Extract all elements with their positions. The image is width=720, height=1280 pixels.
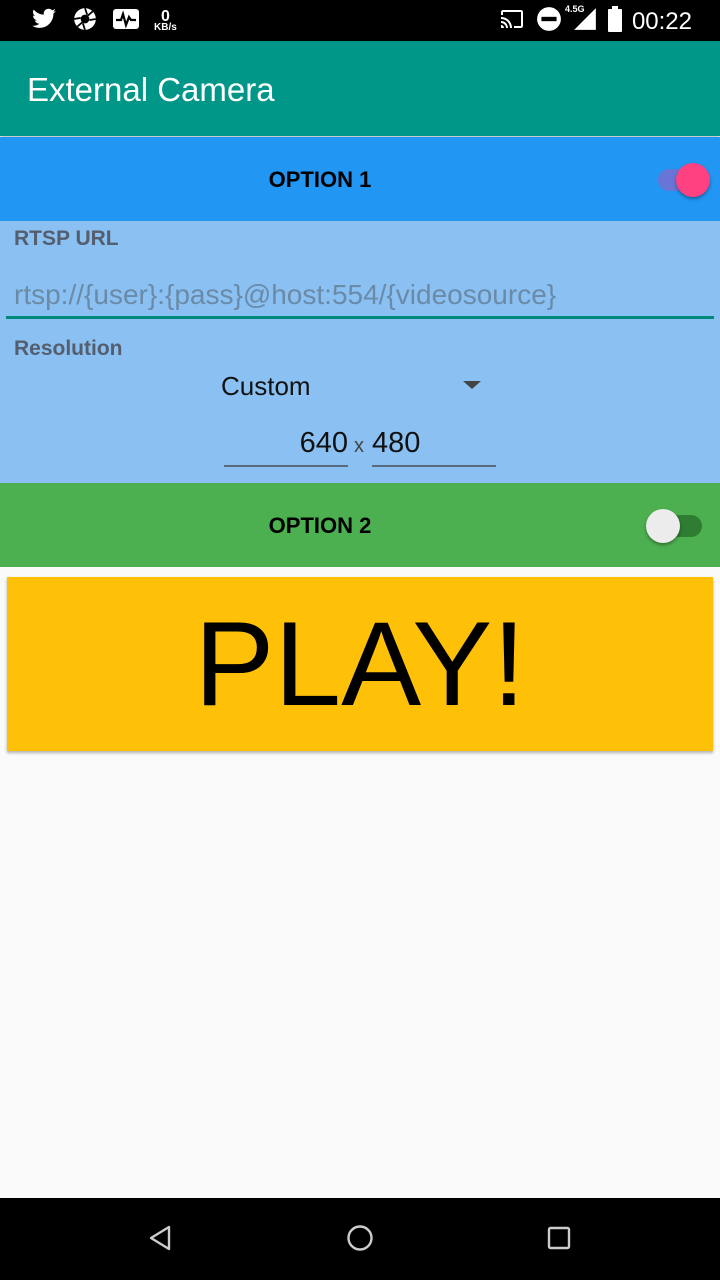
option2-toggle-thumb (646, 509, 680, 543)
resolution-height-input[interactable] (372, 421, 496, 467)
back-icon (147, 1224, 173, 1257)
rtsp-url-input[interactable] (6, 273, 714, 319)
home-button[interactable] (340, 1220, 380, 1260)
do-not-disturb-icon (536, 6, 562, 37)
network-speed-value: 0 (160, 7, 170, 25)
signal-icon (572, 8, 598, 36)
option2-label: OPTION 2 (268, 513, 372, 538)
recents-icon (547, 1226, 571, 1255)
app-bar: External Camera (0, 41, 720, 136)
status-bar-left: 0 KB/s (30, 6, 177, 37)
resolution-width-input[interactable] (224, 421, 348, 467)
cast-icon (498, 7, 526, 36)
battery-icon (607, 6, 622, 37)
option1-header[interactable]: OPTION 1 (0, 137, 720, 221)
activity-monitor-icon (112, 7, 140, 36)
network-speed-unit: KB/s (154, 21, 177, 33)
resolution-separator: x (354, 435, 364, 457)
twitter-icon (30, 6, 58, 37)
option1-toggle-thumb (676, 163, 710, 197)
navigation-bar (0, 1198, 720, 1280)
option1-label: OPTION 1 (268, 167, 372, 192)
status-bar: 0 KB/s 4.5G 00:22 (0, 0, 720, 41)
resolution-label: Resolution (14, 337, 123, 360)
dropdown-arrow-icon (463, 381, 481, 389)
network-type: 4.5G (564, 4, 585, 14)
home-icon (346, 1224, 374, 1257)
option2-toggle[interactable] (646, 503, 706, 543)
resolution-selected-value: Custom (221, 371, 311, 401)
signal-indicator: 4.5G (565, 4, 598, 37)
recents-button[interactable] (539, 1220, 579, 1260)
resolution-dropdown[interactable]: Custom (210, 361, 490, 411)
option1-toggle[interactable] (654, 157, 714, 197)
network-speed-indicator: 0 KB/s (154, 7, 177, 33)
page-title: External Camera (27, 71, 275, 108)
rtsp-url-label: RTSP URL (14, 227, 119, 250)
clock: 00:22 (631, 7, 692, 35)
status-bar-right: 4.5G 00:22 (498, 4, 692, 37)
aperture-icon (72, 6, 98, 37)
play-button[interactable]: PLAY! (7, 577, 713, 751)
option2-header[interactable]: OPTION 2 (0, 483, 720, 567)
back-button[interactable] (140, 1220, 180, 1260)
option1-panel: RTSP URL Resolution Custom x (0, 221, 720, 483)
